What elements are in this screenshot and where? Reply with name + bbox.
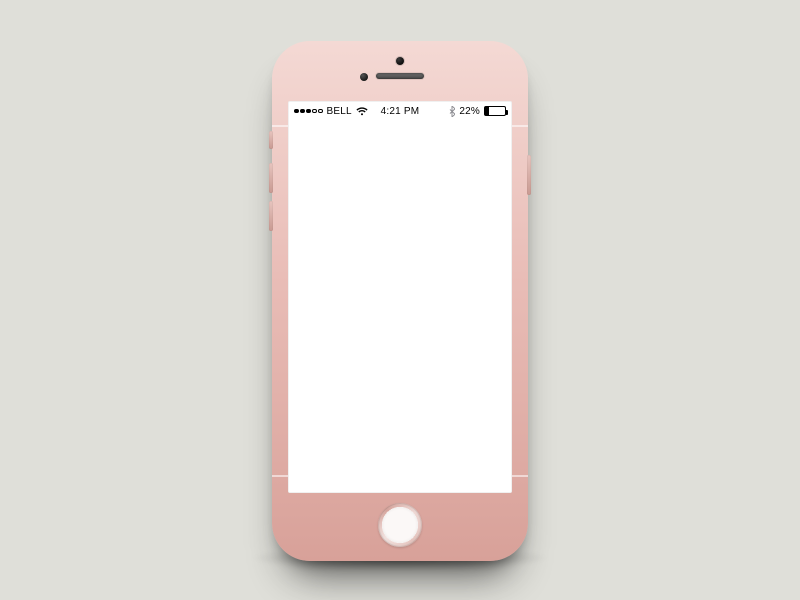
power-button[interactable] (527, 155, 531, 195)
front-camera (396, 57, 404, 65)
iphone-device-frame: BELL 4:21 PM (274, 43, 526, 559)
battery-percent-label: 22% (459, 106, 480, 117)
phone-screen[interactable]: BELL 4:21 PM (288, 101, 512, 493)
battery-fill (485, 107, 489, 115)
bluetooth-icon (449, 106, 455, 117)
wifi-icon (356, 107, 368, 116)
volume-up-button[interactable] (269, 163, 273, 193)
status-bar: BELL 4:21 PM (288, 101, 512, 121)
cellular-signal-icon (294, 109, 323, 114)
status-bar-left: BELL (294, 106, 368, 117)
canvas: BELL 4:21 PM (0, 0, 800, 600)
earpiece-speaker (376, 73, 424, 79)
volume-down-button[interactable] (269, 201, 273, 231)
battery-icon (484, 106, 506, 116)
proximity-sensor (360, 73, 368, 81)
home-button[interactable] (378, 503, 422, 547)
status-bar-right: 22% (449, 106, 506, 117)
carrier-label: BELL (327, 106, 352, 117)
mute-switch[interactable] (269, 131, 273, 149)
